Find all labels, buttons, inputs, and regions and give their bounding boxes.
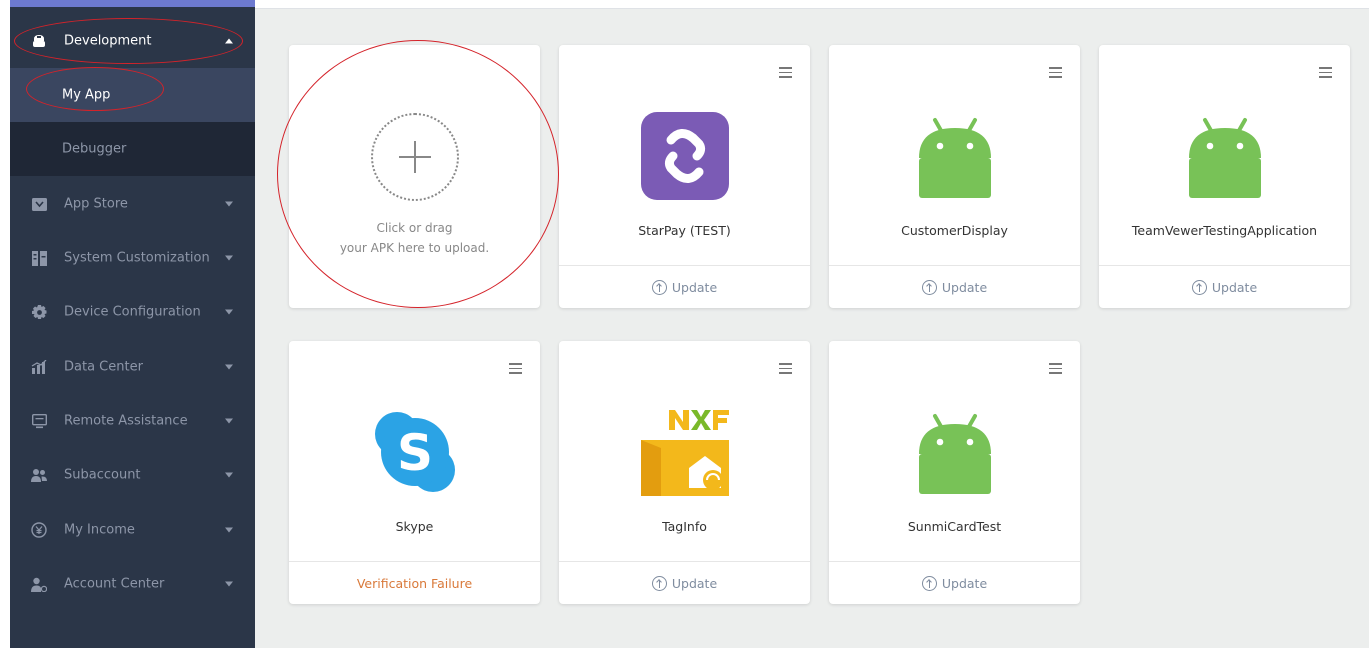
app-name: CustomerDisplay	[901, 223, 1008, 238]
app-card-customerdisplay[interactable]: CustomerDisplay Update	[829, 45, 1080, 308]
menu-icon[interactable]	[1049, 363, 1062, 374]
nxp-taginfo-icon	[640, 408, 729, 496]
app-card-sunmicardtest[interactable]: SunmiCardTest Update	[829, 341, 1080, 604]
top-header-strip	[255, 0, 1369, 9]
app-card-skype[interactable]: S Skype Verification Failure	[289, 341, 540, 604]
sidebar-item-label: Device Configuration	[64, 304, 201, 320]
app-card-starpay[interactable]: StarPay (TEST) Update	[559, 45, 810, 308]
chevron-down-icon	[225, 581, 233, 587]
sidebar-item-label: Data Center	[64, 359, 143, 375]
customization-icon	[31, 250, 47, 266]
android-icon	[911, 408, 999, 496]
skype-icon: S	[371, 408, 459, 496]
upload-apk-card[interactable]: Click or drag your APK here to upload.	[289, 45, 540, 308]
chart-icon	[31, 359, 47, 375]
upload-arrow-icon	[1191, 279, 1207, 295]
app-name: StarPay (TEST)	[638, 223, 731, 238]
menu-icon[interactable]	[509, 363, 522, 374]
update-button[interactable]: Update	[559, 561, 810, 604]
menu-icon[interactable]	[1049, 67, 1062, 78]
chevron-down-icon	[225, 527, 233, 533]
sidebar: Development My App Debugger App Store Sy…	[10, 0, 255, 648]
android-icon	[1181, 112, 1269, 200]
app-name: SunmiCardTest	[907, 519, 1002, 534]
gear-icon	[31, 304, 47, 320]
sidebar-subitem-my-app[interactable]: My App	[10, 68, 255, 122]
chevron-down-icon	[225, 255, 233, 261]
income-icon	[31, 522, 47, 538]
update-button[interactable]: Update	[1099, 265, 1350, 308]
sidebar-item-subaccount[interactable]: Subaccount	[10, 448, 255, 502]
verification-status: Verification Failure	[289, 561, 540, 604]
sidebar-accent-bar	[10, 0, 255, 7]
sidebar-item-device-configuration[interactable]: Device Configuration	[10, 285, 255, 339]
svg-text:S: S	[396, 424, 432, 482]
menu-icon[interactable]	[1319, 67, 1332, 78]
sidebar-subitem-label: My App	[62, 87, 111, 103]
app-card-taginfo[interactable]: TagInfo Update	[559, 341, 810, 604]
sidebar-item-account-center[interactable]: Account Center	[10, 557, 255, 611]
app-name: TagInfo	[662, 519, 707, 534]
app-name: TeamVewerTestingApplication	[1131, 223, 1318, 238]
upload-hint-line2: your APK here to upload.	[339, 241, 490, 255]
update-button[interactable]: Update	[559, 265, 810, 308]
sidebar-item-development[interactable]: Development	[10, 14, 255, 68]
sidebar-item-my-income[interactable]: My Income	[10, 503, 255, 557]
chevron-down-icon	[225, 418, 233, 424]
sidebar-item-data-center[interactable]: Data Center	[10, 340, 255, 394]
update-label: Update	[941, 279, 988, 295]
plus-icon-stem	[414, 141, 416, 173]
sidebar-subitem-debugger[interactable]: Debugger	[10, 122, 255, 176]
upload-arrow-icon	[921, 575, 937, 591]
menu-icon[interactable]	[779, 363, 792, 374]
sidebar-item-label: Account Center	[64, 576, 165, 592]
upload-arrow-icon	[651, 279, 667, 295]
sidebar-item-label: System Customization	[64, 250, 210, 266]
chevron-up-icon	[225, 38, 233, 44]
update-button[interactable]: Update	[829, 265, 1080, 308]
sidebar-item-label: Remote Assistance	[64, 413, 188, 429]
app-card-teamvewer[interactable]: TeamVewerTestingApplication Update	[1099, 45, 1350, 308]
verification-failure-label: Verification Failure	[356, 575, 473, 591]
users-icon	[31, 467, 47, 483]
starpay-icon	[640, 112, 729, 200]
update-label: Update	[941, 575, 988, 591]
chevron-down-icon	[225, 364, 233, 370]
update-label: Update	[671, 575, 718, 591]
chevron-down-icon	[225, 201, 233, 207]
upload-hint-line1: Click or drag	[376, 221, 453, 235]
menu-icon[interactable]	[779, 67, 792, 78]
update-label: Update	[1211, 279, 1258, 295]
sidebar-item-system-customization[interactable]: System Customization	[10, 231, 255, 285]
sidebar-item-label: Subaccount	[64, 467, 141, 483]
sidebar-item-label: App Store	[64, 196, 128, 212]
update-button[interactable]: Update	[829, 561, 1080, 604]
sidebar-item-label: My Income	[64, 522, 135, 538]
user-gear-icon	[31, 576, 47, 592]
android-icon	[911, 112, 999, 200]
app-name: Skype	[395, 519, 434, 534]
sidebar-subitem-label: Debugger	[62, 141, 127, 157]
upload-arrow-icon	[921, 279, 937, 295]
sidebar-item-remote-assistance[interactable]: Remote Assistance	[10, 394, 255, 448]
sidebar-item-label: Development	[64, 33, 152, 49]
monitor-icon	[31, 413, 47, 429]
sidebar-item-app-store[interactable]: App Store	[10, 177, 255, 231]
upload-arrow-icon	[651, 575, 667, 591]
update-label: Update	[671, 279, 718, 295]
chevron-down-icon	[225, 472, 233, 478]
wrench-icon	[31, 33, 47, 49]
chevron-down-icon	[225, 309, 233, 315]
store-icon	[31, 196, 47, 212]
